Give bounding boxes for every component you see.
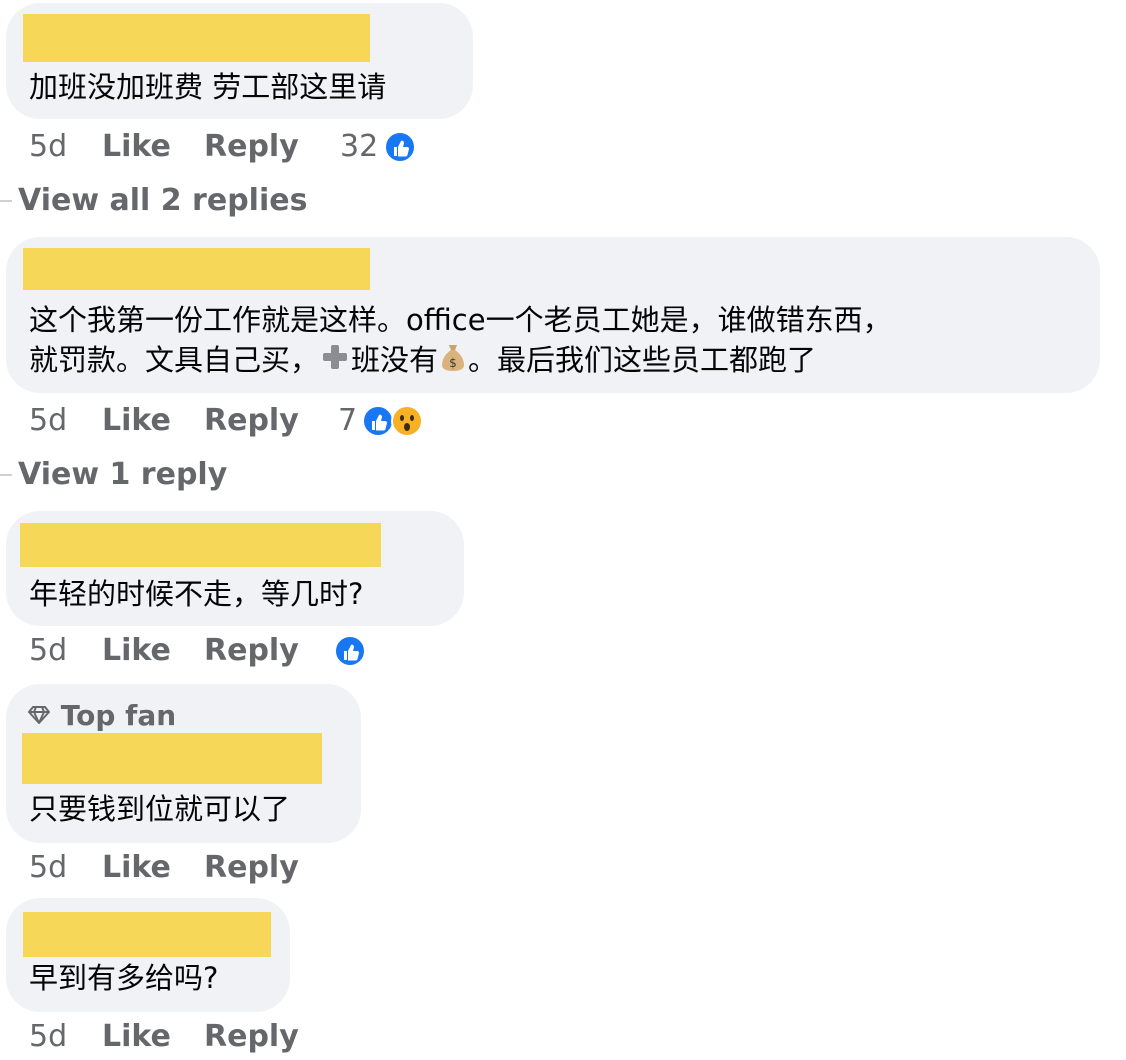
reply-button[interactable]: Reply xyxy=(204,127,299,167)
reaction-count[interactable]: 7 xyxy=(338,401,357,441)
thread-connector xyxy=(0,200,12,202)
comment-text-line: 这个我第一份工作就是这样。office一个老员工她是，谁做错东西， xyxy=(29,303,892,337)
comment-text-segment: 就罚款。文具自己买， xyxy=(29,343,320,377)
reply-button[interactable]: Reply xyxy=(204,401,299,441)
diamond-icon xyxy=(27,699,51,735)
comment-text: 这个我第一份工作就是这样。office一个老员工她是，谁做错东西， 就罚款。文具… xyxy=(29,300,892,383)
plus-icon xyxy=(319,341,351,383)
comment-actions: 5d Like Reply 32 xyxy=(29,127,449,167)
top-fan-badge: Top fan xyxy=(27,698,176,735)
view-replies-link[interactable]: View all 2 replies xyxy=(18,181,307,221)
like-icon[interactable] xyxy=(384,131,416,163)
comment-actions: 5d Like Reply 7 xyxy=(29,401,449,441)
comment-text: 早到有多给吗? xyxy=(29,958,218,998)
comment-text-line: 加班没加班费 劳工部这里请 xyxy=(29,70,387,104)
comment-timestamp[interactable]: 5d xyxy=(29,631,67,671)
comment-actions: 5d Like Reply xyxy=(29,631,449,671)
comment-timestamp[interactable]: 5d xyxy=(29,848,67,888)
like-button[interactable]: Like xyxy=(102,631,171,671)
comment-timestamp[interactable]: 5d xyxy=(29,401,67,441)
comment-actions: 5d Like Reply xyxy=(29,1017,329,1057)
comment-text-line: 年轻的时候不走，等几时? xyxy=(29,577,364,611)
redacted-author-name xyxy=(22,733,322,784)
like-button[interactable]: Like xyxy=(102,127,171,167)
comment-text-segment: 。最后我们这些员工都跑了 xyxy=(468,343,817,377)
redacted-author-name xyxy=(23,912,271,957)
comment-timestamp[interactable]: 5d xyxy=(29,127,67,167)
reply-button[interactable]: Reply xyxy=(204,1017,299,1057)
reply-button[interactable]: Reply xyxy=(204,848,299,888)
comment-timestamp[interactable]: 5d xyxy=(29,1017,67,1057)
like-icon[interactable] xyxy=(334,635,366,667)
money-bag-icon: $ xyxy=(438,341,468,383)
thread-connector xyxy=(0,474,12,476)
comment-text: 加班没加班费 劳工部这里请 xyxy=(29,67,386,107)
comment-text-line: 早到有多给吗? xyxy=(29,961,219,995)
comment-text: 只要钱到位就可以了 xyxy=(29,789,290,829)
reaction-count[interactable]: 32 xyxy=(340,127,378,167)
comment-text: 年轻的时候不走，等几时? xyxy=(29,574,363,614)
comment-text-segment: 班没有 xyxy=(351,343,439,377)
like-icon[interactable] xyxy=(362,405,394,437)
reply-button[interactable]: Reply xyxy=(204,631,299,671)
like-button[interactable]: Like xyxy=(102,848,171,888)
view-replies-link[interactable]: View 1 reply xyxy=(18,455,227,495)
redacted-author-name xyxy=(23,248,370,290)
top-fan-label: Top fan xyxy=(60,699,177,732)
comment-text-line: 就罚款。文具自己买， 班没有 $ 。最后我们这些员工都跑了 xyxy=(29,340,892,383)
like-button[interactable]: Like xyxy=(102,401,171,441)
svg-text:$: $ xyxy=(449,356,457,370)
redacted-author-name xyxy=(23,14,370,62)
redacted-author-name xyxy=(20,523,381,567)
comment-actions: 5d Like Reply xyxy=(29,848,329,888)
comment-text-line: 只要钱到位就可以了 xyxy=(29,792,291,826)
like-button[interactable]: Like xyxy=(102,1017,171,1057)
wow-icon[interactable] xyxy=(391,405,423,437)
